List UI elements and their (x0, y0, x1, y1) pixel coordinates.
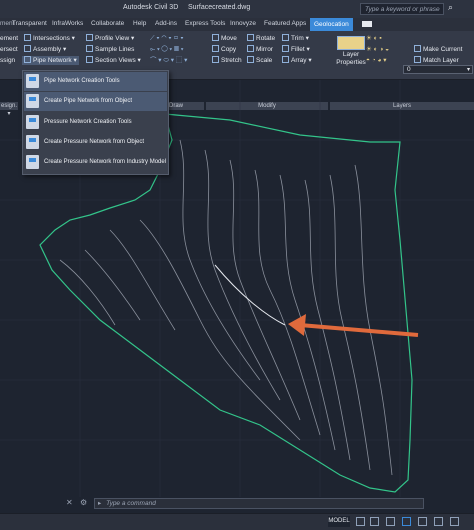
section-views-button[interactable]: Section Views ▾ (86, 56, 141, 65)
pressure-network-creation-icon (26, 115, 39, 129)
draw-tools[interactable]: ⟋ ▾ ◠ ▾ ▭ ▾ (150, 34, 184, 43)
tab-addins[interactable]: Add-ins (155, 20, 177, 27)
intersections-button[interactable]: Intersections ▾ (24, 34, 75, 43)
assembly-icon (24, 45, 31, 52)
close-icon[interactable]: ✕ (66, 498, 73, 507)
tab-featured-apps[interactable]: Featured Apps (264, 20, 306, 27)
mirror-button[interactable]: Mirror (247, 45, 273, 54)
move-icon (212, 34, 219, 41)
copy-icon (212, 45, 219, 52)
layer-dropdown[interactable]: 0 ▾ (403, 65, 473, 74)
move-button[interactable]: Move (212, 34, 237, 43)
match-layer-icon (414, 56, 421, 63)
trim-icon (282, 34, 289, 41)
tab-express-tools[interactable]: Express Tools (185, 20, 225, 27)
tab-infraworks[interactable]: InfraWorks (52, 20, 83, 27)
annotation-scale-icon[interactable] (434, 517, 443, 526)
menu-create-pipe-network-from-object[interactable]: Create Pipe Network from Object (24, 92, 167, 111)
pipe-network-dropdown: Pipe Network Creation Tools Create Pipe … (22, 70, 169, 175)
fillet-icon (282, 45, 289, 52)
pipe-network-icon (24, 56, 31, 63)
pipe-network-creation-icon (26, 74, 39, 88)
array-icon (282, 56, 289, 63)
make-current-icon (414, 45, 421, 52)
osnap-icon[interactable] (418, 517, 427, 526)
layer-state-icons[interactable]: ☀ ◐ ▪ (366, 34, 382, 43)
layer-tools-icons[interactable]: ☀ ◐ ◑ ◒ (366, 45, 389, 54)
section-views-icon (86, 56, 93, 63)
pipe-network-button[interactable]: Pipe Network ▾ (22, 56, 79, 65)
command-input[interactable]: Type a command (106, 500, 156, 507)
polar-icon[interactable] (402, 517, 411, 526)
ribbon-col1-0[interactable]: ement (0, 34, 18, 43)
mirror-icon (247, 45, 254, 52)
file-name: Surfacecreated.dwg (188, 4, 251, 11)
layer-properties-icon[interactable] (337, 36, 365, 50)
draw-tools-3[interactable]: ⌒ ▾ ⬭ ▾ ⬚ ▾ (150, 56, 187, 65)
layer-properties-button[interactable]: Layer Properties (334, 51, 368, 67)
menu-pipe-network-creation-tools[interactable]: Pipe Network Creation Tools (24, 72, 167, 91)
menu-create-pressure-network-from-industry-model[interactable]: Create Pressure Network from Industry Mo… (24, 153, 167, 172)
annotation-arrow (288, 314, 419, 337)
profile-view-icon (86, 34, 93, 41)
model-tab[interactable]: MODEL (328, 516, 350, 527)
match-layer-button[interactable]: Match Layer (414, 56, 459, 65)
snap-icon[interactable] (370, 517, 379, 526)
scale-icon (247, 56, 254, 63)
stretch-icon (212, 56, 219, 63)
tab-transparent[interactable]: Transparent (12, 20, 47, 27)
tab-geolocation[interactable]: Geolocation (310, 18, 353, 31)
app-title: Autodesk Civil 3D (123, 4, 179, 11)
fillet-button[interactable]: Fillet ▾ (282, 45, 310, 54)
intersections-icon (24, 34, 31, 41)
search-input[interactable]: Type a keyword or phrase (360, 3, 444, 15)
workspace-icon[interactable] (450, 517, 459, 526)
sample-lines-icon (86, 45, 93, 52)
tab-collaborate[interactable]: Collaborate (91, 20, 124, 27)
ortho-icon[interactable] (386, 517, 395, 526)
scale-button[interactable]: Scale (247, 56, 272, 65)
ribbon-col1-1[interactable]: ersect (0, 45, 18, 54)
layer-tools-icons-2[interactable]: ◓ ◔ ◕ ▾ (366, 56, 386, 65)
rotate-button[interactable]: Rotate (247, 34, 275, 43)
menu-create-pressure-network-from-object[interactable]: Create Pressure Network from Object (24, 133, 167, 152)
settings-icon[interactable]: ⚙ (80, 498, 87, 507)
sample-lines-button[interactable]: Sample Lines (86, 45, 134, 54)
pipe-from-object-icon (26, 94, 39, 108)
assembly-button[interactable]: Assembly ▾ (24, 45, 66, 54)
menu-pressure-network-creation-tools[interactable]: Pressure Network Creation Tools (24, 113, 167, 132)
ribbon-toggle-icon[interactable] (362, 21, 372, 27)
array-button[interactable]: Array ▾ (282, 56, 312, 65)
search-icon[interactable]: ⌕ (448, 2, 453, 13)
trim-button[interactable]: Trim ▾ (282, 34, 309, 43)
ribbon-tabs: ment Transparent InfraWorks Collaborate … (0, 18, 474, 31)
make-current-button[interactable]: Make Current (414, 45, 462, 54)
rotate-icon (247, 34, 254, 41)
pressure-from-industry-model-icon (26, 155, 39, 169)
tab-help[interactable]: Help (133, 20, 146, 27)
ribbon-col1-2[interactable]: ssign (0, 56, 15, 65)
command-prompt-icon: ▸ (98, 500, 102, 507)
profile-view-button[interactable]: Profile View ▾ (86, 34, 134, 43)
stretch-button[interactable]: Stretch (212, 56, 242, 65)
pressure-from-object-icon (26, 135, 39, 149)
layer-value: 0 (407, 66, 411, 73)
draw-tools-2[interactable]: ⟜ ▾ ◯ ▾ ▦ ▾ (150, 45, 183, 54)
copy-button[interactable]: Copy (212, 45, 236, 54)
tab-innovyze[interactable]: Innovyze (230, 20, 256, 27)
title-bar: Autodesk Civil 3D Surfacecreated.dwg Typ… (0, 0, 474, 19)
chevron-down-icon: ▾ (466, 67, 470, 73)
status-bar: MODEL (0, 513, 474, 530)
command-line[interactable]: ▸ Type a command (94, 498, 424, 509)
grid-icon[interactable] (356, 517, 365, 526)
